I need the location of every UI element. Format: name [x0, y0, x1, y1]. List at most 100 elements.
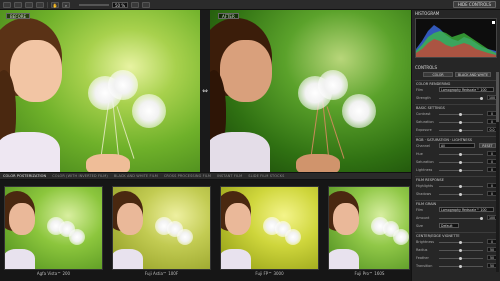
film-select[interactable]: Lomography Redscale™ 100: [439, 87, 494, 92]
highlights-label: Highlights: [416, 184, 434, 188]
side-by-side-icon[interactable]: [25, 1, 33, 8]
slider-knob[interactable]: [459, 153, 462, 156]
tab-color-inverted-film[interactable]: COLOR (WITH INVERTED FILM): [52, 173, 108, 179]
strength-slider[interactable]: [439, 97, 483, 100]
fit-icon[interactable]: [131, 1, 140, 8]
dandelion-puff: [177, 229, 193, 245]
thumbnail-photo: [113, 187, 210, 269]
image-viewer: BEFORE ⇔ AFTER: [0, 10, 411, 172]
zoom-value[interactable]: 50 %: [112, 1, 129, 8]
slider-knob[interactable]: [459, 169, 462, 172]
brightness-row: Brightness 0: [415, 239, 497, 247]
thumbnail-label: Agfa Vista™ 200: [36, 271, 71, 276]
toolbar: ✋ ⌕ 50 % HIDE CONTROLS: [0, 0, 500, 10]
feather-slider[interactable]: [439, 257, 483, 260]
thumbnail-label: Fuji FP™ 3000: [255, 271, 284, 276]
slider-knob[interactable]: [480, 217, 483, 220]
actual-size-icon[interactable]: [142, 1, 151, 8]
face: [117, 203, 143, 235]
slider-knob[interactable]: [480, 97, 483, 100]
contrast-slider[interactable]: [439, 113, 483, 116]
section-title: BASIC SETTINGS: [415, 104, 497, 110]
thumbnail-preset[interactable]: [328, 186, 410, 270]
before-pane[interactable]: BEFORE: [0, 10, 200, 172]
controls-title: CONTROLS: [415, 65, 438, 70]
slider-knob[interactable]: [459, 241, 462, 244]
mode-toggle: COLOR BLACK AND WHITE: [415, 72, 497, 80]
after-pane[interactable]: AFTER: [210, 10, 411, 172]
slider-knob[interactable]: [459, 257, 462, 260]
face: [225, 203, 251, 235]
slider-knob[interactable]: [459, 161, 462, 164]
shadows-slider[interactable]: [439, 193, 483, 196]
controls-panel: HISTOGRAM CONTROLS COLOR BLACK AND WHITE…: [411, 10, 500, 281]
shirt: [5, 249, 35, 269]
tab-instant-film[interactable]: INSTANT FILM: [217, 173, 242, 179]
color-mode-button[interactable]: COLOR: [423, 72, 453, 77]
dandelion-puff: [132, 94, 166, 128]
tab-cross-processing-film[interactable]: CROSS PROCESSING FILM: [164, 173, 211, 179]
brightness-slider[interactable]: [439, 241, 483, 244]
thumbnail-preset[interactable]: [4, 186, 103, 270]
section-title: RGB · SATURATION · LIGHTNESS: [415, 136, 497, 142]
saturation-slider[interactable]: [439, 121, 483, 124]
size-select[interactable]: Default: [439, 223, 459, 228]
scrollbar-thumb[interactable]: [496, 72, 499, 122]
split-divider[interactable]: ⇔: [200, 10, 210, 172]
dandelion-puff: [393, 229, 409, 245]
slider-knob[interactable]: [459, 249, 462, 252]
saturation-row: Saturation 0: [415, 119, 497, 127]
before-photo: [0, 10, 200, 172]
amount-row: Amount 100: [415, 215, 497, 223]
saturation2-slider[interactable]: [439, 161, 483, 164]
exposure-slider[interactable]: [439, 129, 483, 132]
radius-label: Radius: [416, 248, 428, 252]
radius-row: Radius 50: [415, 247, 497, 255]
dandelion-puff: [108, 70, 138, 100]
bw-mode-button[interactable]: BLACK AND WHITE: [455, 72, 491, 77]
tab-slide-film-stocks[interactable]: SLIDE FILM STOCKS: [248, 173, 284, 179]
highlights-slider[interactable]: [439, 185, 483, 188]
zoom-slider[interactable]: [79, 3, 109, 6]
thumbnail-preset[interactable]: [112, 186, 211, 270]
radius-slider[interactable]: [439, 249, 483, 252]
strength-row: Strength 100: [415, 95, 497, 103]
thumbnail-photo: [5, 187, 102, 269]
hue-slider[interactable]: [439, 153, 483, 156]
exposure-row: Exposure 0.0: [415, 127, 497, 135]
shadows-label: Shadows: [416, 192, 432, 196]
amount-slider[interactable]: [439, 217, 483, 220]
tab-black-and-white-film[interactable]: BLACK AND WHITE FILM: [114, 173, 158, 179]
face: [333, 203, 359, 235]
shadows-row: Shadows 0: [415, 191, 497, 199]
zoom-tool-icon[interactable]: ⌕: [62, 1, 70, 8]
film-category-tabs: COLOR POSTERIZATION COLOR (WITH INVERTED…: [0, 172, 411, 180]
shirt: [0, 132, 60, 172]
slider-knob[interactable]: [459, 265, 462, 268]
hide-controls-button[interactable]: HIDE CONTROLS: [452, 1, 496, 8]
slider-knob[interactable]: [459, 193, 462, 196]
thumbnail-photo: [329, 187, 409, 269]
shirt: [329, 249, 359, 269]
split-view-icon[interactable]: [14, 1, 22, 8]
transition-slider[interactable]: [439, 265, 483, 268]
channel-select[interactable]: All: [439, 143, 475, 148]
hand-tool-icon[interactable]: ✋: [51, 1, 59, 8]
slider-knob[interactable]: [459, 129, 462, 132]
slider-knob[interactable]: [459, 121, 462, 124]
thumbnail-photo: [221, 187, 318, 269]
lightness-slider[interactable]: [439, 169, 483, 172]
slider-knob[interactable]: [459, 113, 462, 116]
compare-arrows-icon[interactable]: ⇔: [201, 86, 209, 96]
single-view-icon[interactable]: [3, 1, 11, 8]
transition-label: Transition: [416, 264, 433, 268]
histogram-title: HISTOGRAM: [415, 11, 440, 16]
shirt: [210, 132, 270, 172]
reset-button[interactable]: RESET: [479, 143, 496, 148]
thumbnail-preset[interactable]: [220, 186, 319, 270]
slider-knob[interactable]: [459, 185, 462, 188]
panel-scrollbar[interactable]: [496, 72, 499, 272]
grain-film-select[interactable]: Lomography Redscale™ 100: [439, 207, 494, 212]
tab-color-posterization[interactable]: COLOR POSTERIZATION: [3, 173, 46, 179]
grid-view-icon[interactable]: [36, 1, 44, 8]
